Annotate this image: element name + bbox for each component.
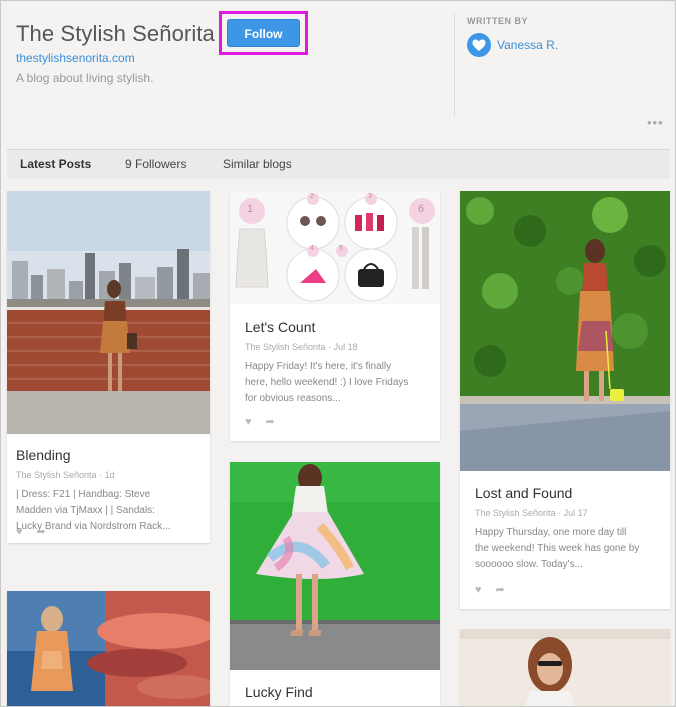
header-divider bbox=[454, 13, 455, 117]
rooftop-photo bbox=[7, 191, 210, 434]
post-title[interactable]: Let's Count bbox=[245, 319, 315, 335]
collage-number-4: 4 bbox=[310, 245, 314, 252]
meta-separator: · bbox=[328, 342, 332, 352]
post-actions: ♥ ➦ bbox=[245, 415, 289, 428]
blog-tabs: Latest Posts 9 Followers Similar blogs bbox=[7, 149, 670, 179]
post-meta: The Stylish Señorita · Jul 18 bbox=[245, 342, 358, 352]
post-meta: The Stylish Señorita · 1d bbox=[16, 470, 115, 480]
post-author[interactable]: The Stylish Señorita bbox=[245, 342, 326, 352]
post-image[interactable] bbox=[7, 191, 210, 434]
collage-number-2: 2 bbox=[310, 193, 314, 200]
post-title[interactable]: Lucky Find bbox=[245, 684, 313, 700]
share-arrow-icon[interactable]: ➦ bbox=[37, 526, 46, 538]
blog-header: The Stylish Señorita Follow thestylishse… bbox=[7, 1, 670, 135]
collage-number-5: 5 bbox=[339, 245, 343, 252]
post-actions: ♥ ➦ bbox=[16, 525, 60, 538]
blog-title: The Stylish Señorita bbox=[16, 21, 215, 46]
author-link[interactable]: Vanessa R. bbox=[497, 38, 558, 52]
post-image[interactable] bbox=[230, 462, 440, 670]
post-excerpt: Happy Friday! It's here, it's finally he… bbox=[245, 361, 409, 404]
hedge-photo bbox=[460, 191, 670, 471]
post-author[interactable]: The Stylish Señorita bbox=[16, 470, 97, 480]
post-card-blending[interactable]: Blending The Stylish Señorita · 1d | Dre… bbox=[7, 191, 210, 543]
heart-logo-icon bbox=[472, 39, 486, 51]
post-actions: ♥ ➦ bbox=[475, 583, 519, 596]
blog-description: A blog about living stylish. bbox=[16, 71, 154, 85]
tab-latest-posts[interactable]: Latest Posts bbox=[20, 157, 91, 171]
post-author[interactable]: The Stylish Señorita bbox=[475, 508, 556, 518]
meta-separator: · bbox=[99, 470, 103, 480]
post-image[interactable]: 1 2 3 4 5 6 bbox=[230, 191, 440, 304]
post-card-lets-count[interactable]: 1 2 3 4 5 6 Let's Count The Stylish Seño… bbox=[230, 191, 440, 441]
post-image[interactable] bbox=[7, 591, 210, 706]
heart-icon[interactable]: ♥ bbox=[475, 584, 482, 596]
collage-number-3: 3 bbox=[368, 193, 372, 200]
post-card-portrait[interactable] bbox=[460, 629, 670, 706]
post-date: Jul 18 bbox=[333, 342, 358, 352]
post-title[interactable]: Blending bbox=[16, 447, 71, 463]
share-arrow-icon[interactable]: ➦ bbox=[496, 584, 505, 596]
post-date: 1d bbox=[104, 470, 115, 480]
portrait-photo bbox=[460, 629, 670, 706]
collage-number-6: 6 bbox=[418, 203, 425, 215]
follow-button[interactable]: Follow bbox=[227, 19, 300, 47]
avatar[interactable] bbox=[467, 33, 491, 57]
post-excerpt: Happy Thursday, one more day till the we… bbox=[475, 527, 640, 570]
beach-photo bbox=[7, 591, 210, 706]
heart-icon[interactable]: ♥ bbox=[245, 416, 252, 428]
post-date: Jul 17 bbox=[563, 508, 588, 518]
blog-page: The Stylish Señorita Follow thestylishse… bbox=[0, 0, 676, 707]
post-image[interactable] bbox=[460, 191, 670, 471]
post-meta: The Stylish Señorita · Jul 17 bbox=[475, 508, 588, 518]
tab-similar-blogs[interactable]: Similar blogs bbox=[223, 157, 292, 171]
tab-followers[interactable]: 9 Followers bbox=[125, 157, 186, 171]
meta-separator: · bbox=[558, 508, 562, 518]
collage-number-1: 1 bbox=[247, 203, 254, 215]
posts-grid: Blending The Stylish Señorita · 1d | Dre… bbox=[7, 181, 670, 706]
outfit-collage bbox=[230, 191, 440, 304]
post-card-lost-and-found[interactable]: Lost and Found The Stylish Señorita · Ju… bbox=[460, 191, 670, 609]
post-title[interactable]: Lost and Found bbox=[475, 485, 572, 501]
post-card-sunset[interactable] bbox=[7, 591, 210, 706]
post-card-lucky-find[interactable]: Lucky Find bbox=[230, 462, 440, 706]
share-arrow-icon[interactable]: ➦ bbox=[266, 416, 275, 428]
green-wall-photo bbox=[230, 462, 440, 670]
heart-icon[interactable]: ♥ bbox=[16, 526, 23, 538]
written-by-label: WRITTEN BY bbox=[467, 16, 528, 26]
more-dots-icon[interactable]: ••• bbox=[647, 115, 664, 130]
blog-url-link[interactable]: thestylishsenorita.com bbox=[16, 51, 135, 65]
post-image[interactable] bbox=[460, 629, 670, 706]
